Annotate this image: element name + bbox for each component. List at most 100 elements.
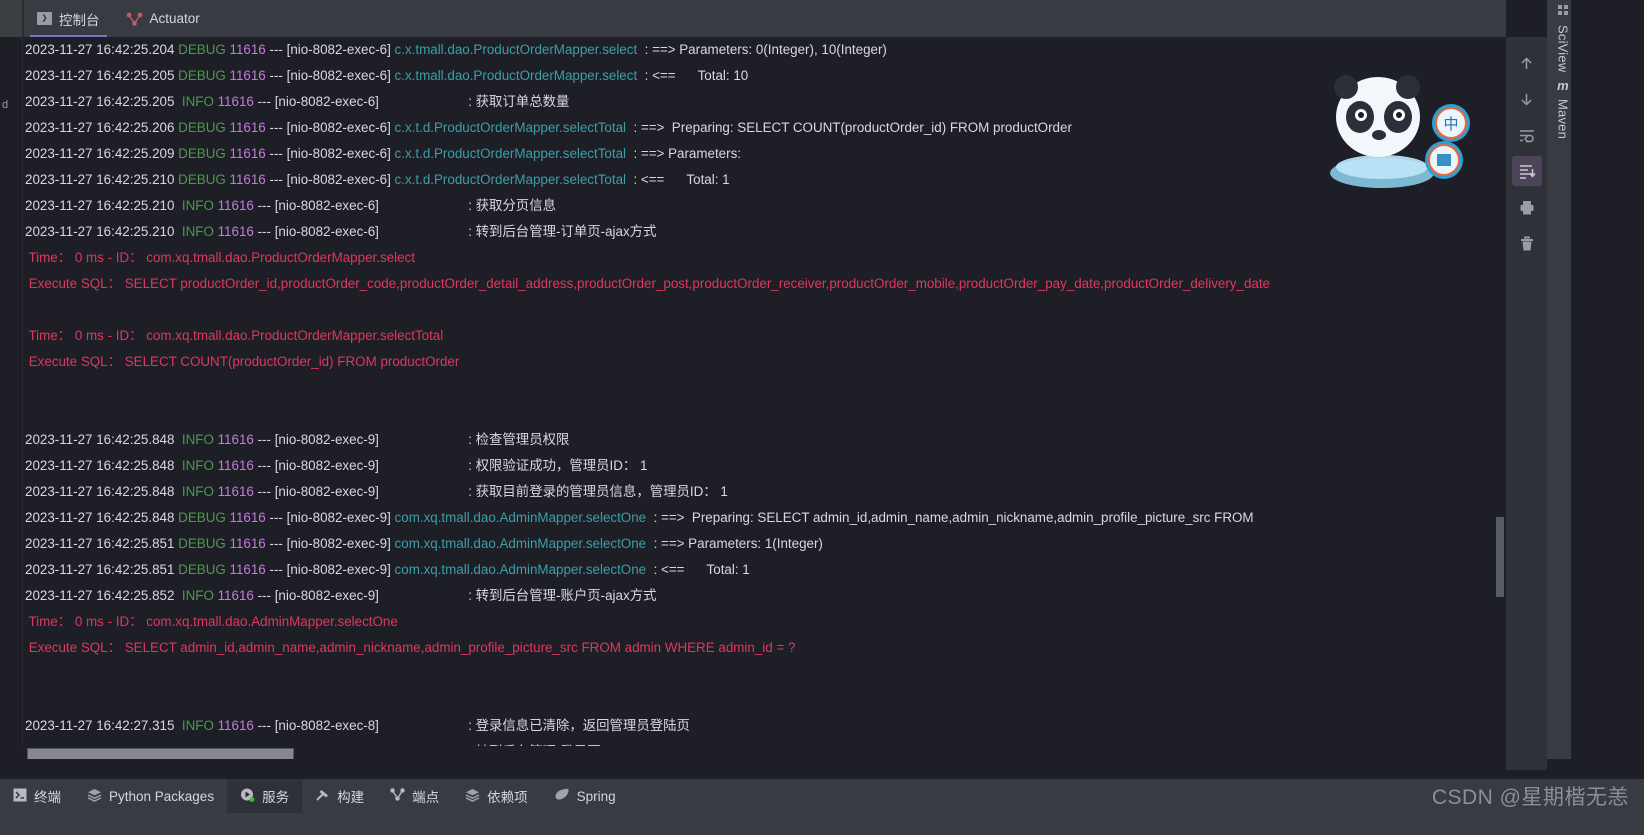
log-timestamp: 2023-11-27 16:42:27.315 <box>25 718 175 733</box>
log-pid: 11616 <box>229 146 266 161</box>
log-pid: 11616 <box>217 432 254 447</box>
sql-text: Execute SQL： SELECT productOrder_id,prod… <box>25 276 1271 291</box>
log-pid: 11616 <box>229 536 266 551</box>
bottom-tab-dependencies-label: 依赖项 <box>487 790 528 805</box>
bottom-tab-spring-label: Spring <box>576 788 616 804</box>
status-bar <box>0 813 1644 835</box>
bottom-tab-endpoints[interactable]: 端点 <box>377 779 452 813</box>
log-separator: --- <box>265 68 287 83</box>
right-tool-window-bar: SciView m Maven <box>1547 0 1644 759</box>
log-class: c.x.tmall.dao.ProductOrderMapper.select <box>394 68 638 83</box>
log-class: com.xq.tmall.dao.AdminMapper.selectOne <box>394 562 647 577</box>
log-level: INFO <box>178 198 214 213</box>
log-pid: 11616 <box>229 172 266 187</box>
log-thread: [nio-8082-exec-8] <box>274 718 379 733</box>
soft-wrap-icon[interactable] <box>1512 120 1542 150</box>
log-message: : ==> Parameters: <box>626 146 742 161</box>
log-thread: [nio-8082-exec-9] <box>274 432 379 447</box>
tool-tab-sciview-label: SciView <box>1555 25 1571 73</box>
console-gutter: d <box>0 37 23 759</box>
log-class: c.x.t.d.ProductOrderMapper.selectTotal <box>394 146 627 161</box>
console-log-line: 2023-11-27 16:42:25.210 INFO 11616 --- [… <box>25 193 1506 219</box>
console-log-lines: 2023-11-27 16:42:25.204 DEBUG 11616 --- … <box>25 37 1506 759</box>
bottom-tab-services[interactable]: 服务 <box>227 779 303 813</box>
log-separator: --- <box>265 146 287 161</box>
log-separator: --- <box>265 172 287 187</box>
console-horizontal-scrollbar-thumb[interactable] <box>27 748 294 759</box>
console-log-line: 2023-11-27 16:42:25.848 INFO 11616 --- [… <box>25 479 1506 505</box>
tab-actuator[interactable]: Actuator <box>113 0 213 37</box>
tab-console[interactable]: ❯ 控制台 <box>24 0 113 37</box>
log-level: INFO <box>178 718 214 733</box>
console-vertical-scrollbar[interactable] <box>1494 37 1506 746</box>
log-class: c.x.t.d.ProductOrderMapper.selectTotal <box>394 120 627 135</box>
log-message: : <== Total: 10 <box>637 68 749 83</box>
log-pid: 11616 <box>229 510 266 525</box>
log-timestamp: 2023-11-27 16:42:25.848 <box>25 484 175 499</box>
scroll-up-icon[interactable] <box>1512 48 1542 78</box>
log-level: DEBUG <box>178 510 226 525</box>
gutter-mark: d <box>2 99 9 111</box>
tool-tab-maven[interactable]: m Maven <box>1551 78 1575 139</box>
log-level: INFO <box>178 432 214 447</box>
log-class: com.xq.tmall.dao.AdminMapper.selectOne <box>394 536 647 551</box>
console-horizontal-scrollbar[interactable] <box>22 746 1506 759</box>
log-pid: 11616 <box>229 68 266 83</box>
console-output-panel[interactable]: d 2023-11-27 16:42:25.204 DEBUG 11616 --… <box>0 37 1506 759</box>
bottom-tab-python-packages[interactable]: Python Packages <box>74 779 227 813</box>
console-log-line: 2023-11-27 16:42:25.851 DEBUG 11616 --- … <box>25 557 1506 583</box>
log-level: DEBUG <box>178 536 226 551</box>
console-log-line: 2023-11-27 16:42:25.205 DEBUG 11616 --- … <box>25 63 1506 89</box>
log-thread: [nio-8082-exec-6] <box>274 94 379 109</box>
scroll-down-icon[interactable] <box>1512 84 1542 114</box>
log-separator: --- <box>253 458 275 473</box>
log-thread: [nio-8082-exec-9] <box>274 458 379 473</box>
log-pid: 11616 <box>217 458 254 473</box>
log-separator: --- <box>253 718 275 733</box>
log-thread: [nio-8082-exec-9] <box>274 484 379 499</box>
log-level: DEBUG <box>178 172 226 187</box>
actuator-icon <box>126 12 143 26</box>
log-pid: 11616 <box>217 224 254 239</box>
log-level: DEBUG <box>178 68 226 83</box>
print-icon[interactable] <box>1512 192 1542 222</box>
bottom-tab-spring[interactable]: Spring <box>541 779 629 813</box>
console-sql-line: Time： 0 ms - ID： com.xq.tmall.dao.AdminM… <box>25 609 1506 635</box>
log-timestamp: 2023-11-27 16:42:25.210 <box>25 224 175 239</box>
log-pid: 11616 <box>229 42 266 57</box>
console-vertical-scrollbar-thumb[interactable] <box>1496 517 1504 597</box>
tab-console-label: 控制台 <box>59 12 100 28</box>
log-thread: [nio-8082-exec-9] <box>286 536 391 551</box>
log-separator: --- <box>265 536 287 551</box>
console-log-line: 2023-11-27 16:42:25.206 DEBUG 11616 --- … <box>25 115 1506 141</box>
idea-services-console-window: ❯ 控制台 Actuator d 2023-11-27 16:42:25.204… <box>0 0 1644 835</box>
console-toolbar-rail <box>1506 37 1547 770</box>
log-message: : 权限验证成功，管理员ID： 1 <box>378 458 648 473</box>
bottom-tab-build[interactable]: 构建 <box>302 779 377 813</box>
log-separator: --- <box>253 198 275 213</box>
log-thread: [nio-8082-exec-6] <box>286 42 391 57</box>
console-log-line: 2023-11-27 16:42:25.848 INFO 11616 --- [… <box>25 453 1506 479</box>
log-message: : 获取分页信息 <box>378 198 556 213</box>
log-separator: --- <box>253 588 275 603</box>
bottom-tab-terminal[interactable]: 终端 <box>0 779 74 813</box>
bottom-tab-dependencies[interactable]: 依赖项 <box>452 779 541 813</box>
terminal-icon <box>13 788 27 805</box>
log-timestamp: 2023-11-27 16:42:25.848 <box>25 458 175 473</box>
tab-strip-left-rail <box>0 0 22 37</box>
console-log-line: 2023-11-27 16:42:25.209 DEBUG 11616 --- … <box>25 141 1506 167</box>
log-pid: 11616 <box>217 718 254 733</box>
log-thread: [nio-8082-exec-9] <box>286 562 391 577</box>
sql-text: Execute SQL： SELECT admin_id,admin_name,… <box>25 640 796 655</box>
console-log-line: 2023-11-27 16:42:25.205 INFO 11616 --- [… <box>25 89 1506 115</box>
trash-icon[interactable] <box>1512 228 1542 258</box>
log-timestamp: 2023-11-27 16:42:25.206 <box>25 120 175 135</box>
log-thread: [nio-8082-exec-6] <box>286 146 391 161</box>
log-pid: 11616 <box>217 588 254 603</box>
log-timestamp: 2023-11-27 16:42:25.210 <box>25 198 175 213</box>
log-timestamp: 2023-11-27 16:42:25.210 <box>25 172 175 187</box>
watermark-name: 星期楷无恙 <box>1521 786 1629 809</box>
tool-tab-sciview[interactable]: SciView <box>1551 4 1575 72</box>
log-separator: --- <box>265 42 287 57</box>
scroll-to-end-icon[interactable] <box>1511 156 1542 186</box>
